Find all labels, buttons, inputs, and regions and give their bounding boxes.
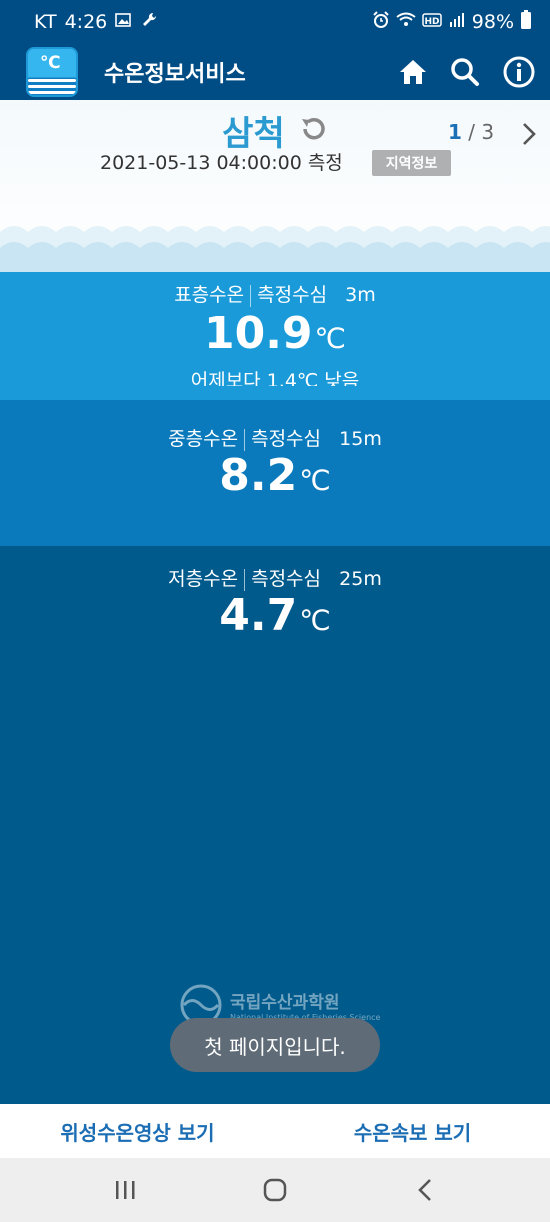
surface-temperature-panel: 표층수온 측정수심 3m 10.9℃ 어제보다 1.4℃ 낮음 [0, 272, 550, 400]
app-bar: ℃ 수온정보서비스 [0, 44, 550, 100]
svg-text:HD: HD [424, 17, 439, 27]
refresh-icon[interactable] [298, 114, 328, 148]
battery-label: 98% [471, 11, 514, 33]
page-indicator: 1 / 3 [448, 120, 494, 144]
layer-name: 표층수온 [174, 284, 245, 306]
search-icon[interactable] [450, 57, 480, 87]
depth-value: 15m [339, 428, 382, 450]
bottom-label-row: 저층수온 측정수심 25m [0, 564, 550, 591]
layer-name: 중층수온 [168, 428, 239, 450]
bottom-temperature-value: 4.7℃ [219, 590, 331, 641]
page-total: 3 [481, 120, 495, 144]
gallery-icon [115, 12, 133, 32]
station-header: 삼척 1 / 3 2021-05-13 04:00:00 측정 지역정보 [0, 100, 550, 272]
system-nav-bar [0, 1158, 550, 1222]
depth-label: 측정수심 [251, 428, 322, 450]
measured-time: 2021-05-13 04:00:00 측정 [100, 152, 343, 174]
clock: 4:26 [64, 11, 108, 33]
app-title: 수온정보서비스 [104, 62, 246, 87]
signal-icon [448, 11, 466, 33]
toast-message: 첫 페이지입니다. [170, 1018, 380, 1072]
hd-icon: HD [422, 11, 442, 33]
satellite-image-button[interactable]: 위성수온영상 보기 [0, 1104, 275, 1158]
recent-apps-icon[interactable] [95, 1180, 155, 1200]
region-info-button[interactable]: 지역정보 [372, 150, 451, 176]
bottom-button-bar: 위성수온영상 보기 수온속보 보기 [0, 1104, 550, 1158]
app-logo-icon: ℃ [26, 47, 78, 97]
layer-name: 저층수온 [168, 568, 239, 590]
back-nav-icon[interactable] [395, 1178, 455, 1202]
header-wave-decoration [0, 226, 550, 272]
chevron-right-icon[interactable] [521, 122, 537, 150]
depth-label: 측정수심 [257, 284, 328, 306]
middle-temperature-panel: 중층수온 측정수심 15m 8.2℃ [0, 400, 550, 546]
carrier-label: KT [34, 11, 57, 33]
wrench-icon [141, 11, 159, 33]
page-current: 1 [448, 120, 462, 144]
home-icon[interactable] [398, 58, 428, 86]
status-bar: KT 4:26 HD 98% [0, 0, 550, 44]
middle-label-row: 중층수온 측정수심 15m [0, 424, 550, 451]
page-separator: / [468, 120, 476, 144]
surface-temperature-value: 10.9℃ [203, 308, 346, 359]
alarm-icon [372, 10, 390, 34]
institute-name: 국립수산과학원 [230, 993, 340, 1013]
middle-temperature-value: 8.2℃ [219, 450, 331, 501]
wifi-icon [396, 11, 416, 33]
surface-label-row: 표층수온 측정수심 3m [0, 280, 550, 307]
temperature-bulletin-button[interactable]: 수온속보 보기 [275, 1104, 550, 1158]
depth-value: 3m [345, 284, 376, 306]
info-icon[interactable] [502, 55, 536, 89]
depth-value: 25m [339, 568, 382, 590]
home-nav-icon[interactable] [245, 1178, 305, 1202]
battery-icon [520, 9, 532, 35]
depth-label: 측정수심 [251, 568, 322, 590]
